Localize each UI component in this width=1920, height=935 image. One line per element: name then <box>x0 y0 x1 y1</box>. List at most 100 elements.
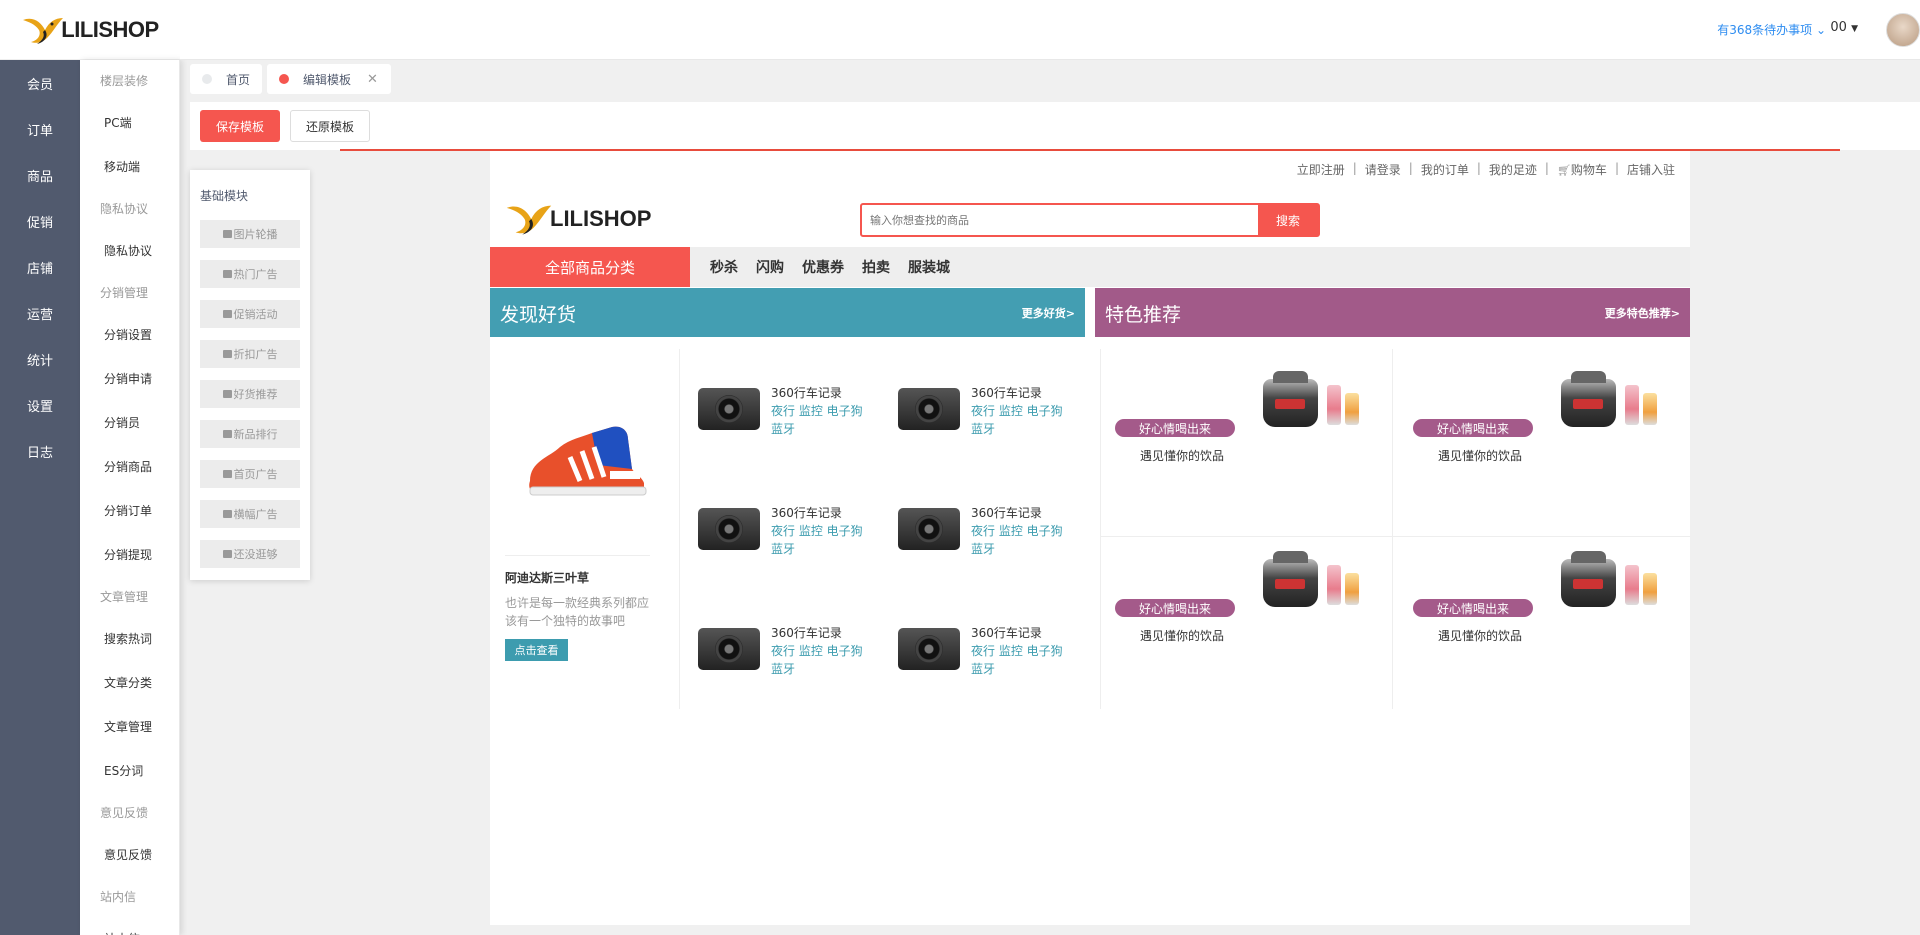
submenu-item[interactable]: 分销订单 <box>80 488 179 532</box>
shop-nav-link[interactable]: 秒杀 <box>710 257 738 277</box>
save-template-button[interactable]: 保存模板 <box>200 110 280 142</box>
avatar[interactable] <box>1886 13 1920 47</box>
submenu-item[interactable]: 分销提现 <box>80 532 179 576</box>
close-icon[interactable]: ✕ <box>367 72 378 87</box>
module-item[interactable]: 首页广告 <box>200 460 300 488</box>
shop-logo: LILISHOP <box>504 199 651 239</box>
rail-item-goods[interactable]: 商品 <box>0 152 80 198</box>
module-item[interactable]: 热门广告 <box>200 260 300 288</box>
shop-search-input[interactable] <box>862 205 1258 235</box>
all-categories-button[interactable]: 全部商品分类 <box>490 247 690 287</box>
hero-product-desc: 也许是每一款经典系列都应该有一个独特的故事吧 <box>505 596 650 628</box>
submenu-group-label: 楼层装修 <box>100 73 149 88</box>
submenu-item[interactable]: 分销申请 <box>80 356 179 400</box>
submenu-item[interactable]: 文章分类 <box>80 660 179 704</box>
blender-image <box>1345 393 1359 425</box>
blender-image <box>1345 573 1359 605</box>
rail-item-statistics[interactable]: 统计 <box>0 336 80 382</box>
image-icon <box>222 270 232 278</box>
blender-image <box>1625 385 1639 425</box>
shop-top-link[interactable]: 我的订单 <box>1421 161 1469 178</box>
caret-down-icon: ▼ <box>1851 24 1858 34</box>
featured-more-link[interactable]: 更多特色推荐> <box>1605 305 1680 321</box>
submenu-item[interactable]: 隐私协议 <box>80 228 179 272</box>
product-card[interactable]: 360行车记录 夜行 监控 电子狗 蓝牙 <box>890 616 1090 686</box>
submenu-group-label: 站内信 <box>100 889 137 904</box>
discover-more-link[interactable]: 更多好货> <box>1022 305 1075 321</box>
image-icon <box>222 470 232 478</box>
product-card[interactable]: 360行车记录夜行 监控 电子狗 蓝牙 <box>890 376 1090 446</box>
module-item[interactable]: 折扣广告 <box>200 340 300 368</box>
separator: | <box>1408 161 1413 175</box>
shop-nav-link[interactable]: 优惠券 <box>802 257 844 277</box>
submenu-item[interactable]: 意见反馈 <box>80 832 179 876</box>
featured-card[interactable]: 好心情喝出来 遇见懂你的饮品 <box>1105 349 1405 519</box>
product-tags: 夜行 监控 电子狗 蓝牙 <box>771 644 863 676</box>
rail-item-settings[interactable]: 设置 <box>0 382 80 428</box>
featured-subtitle: 遇见懂你的饮品 <box>1140 629 1225 643</box>
module-item[interactable]: 图片轮播 <box>200 220 300 248</box>
product-tags: 夜行 监控 电子狗 蓝牙 <box>971 524 1063 556</box>
separator: | <box>1476 161 1481 175</box>
rail-item-log[interactable]: 日志 <box>0 428 80 474</box>
module-item[interactable]: 还没逛够 <box>200 540 300 568</box>
product-card[interactable]: 360行车记录 夜行 监控 电子狗 蓝牙 <box>690 376 890 446</box>
shop-top-link[interactable]: 请登录 <box>1365 161 1401 178</box>
module-item[interactable]: 促销活动 <box>200 300 300 328</box>
product-card[interactable]: 360行车记录 夜行 监控 电子狗 蓝牙 <box>690 496 890 566</box>
module-item[interactable]: 新品排行 <box>200 420 300 448</box>
featured-card[interactable]: 好心情喝出来 遇见懂你的饮品 <box>1105 529 1405 699</box>
rail-item-member[interactable]: 会员 <box>0 60 80 106</box>
rail-item-promotion[interactable]: 促销 <box>0 198 80 244</box>
template-preview-canvas[interactable]: 立即注册 | 请登录 | 我的订单 | 我的足迹 | 🛒︎购物车 | 店铺入驻 LILISHOP 搜… <box>490 151 1690 925</box>
image-icon <box>222 310 232 318</box>
image-icon <box>222 430 232 438</box>
featured-card[interactable]: 好心情喝出来 遇见懂你的饮品 <box>1403 349 1703 519</box>
submenu-item[interactable]: 分销商品 <box>80 444 179 488</box>
tab-dot-icon <box>202 74 212 84</box>
shop-top-link[interactable]: 立即注册 <box>1297 161 1345 178</box>
shop-top-link[interactable]: 我的足迹 <box>1489 161 1537 178</box>
sneaker-image <box>529 426 647 496</box>
view-now-button[interactable]: 点击查看 <box>505 639 568 661</box>
product-tags: 夜行 监控 电子狗 蓝牙 <box>771 404 863 436</box>
user-dropdown[interactable]: 00 ▼ <box>1830 20 1858 35</box>
module-item[interactable]: 横幅广告 <box>200 500 300 528</box>
submenu-item[interactable]: 分销设置 <box>80 312 179 356</box>
product-card[interactable]: 360行车记录 夜行 监控 电子狗 蓝牙 <box>890 496 1090 566</box>
dashcam-image <box>898 508 960 550</box>
submenu-item[interactable]: 站内信 <box>80 916 179 935</box>
module-item[interactable]: 好货推荐 <box>200 380 300 408</box>
divider <box>505 555 650 556</box>
restore-template-button[interactable]: 还原模板 <box>290 110 370 142</box>
shop-nav-bar: 全部商品分类 秒杀 闪购 优惠券 拍卖 服装城 <box>490 247 1690 287</box>
shop-top-link[interactable]: 店铺入驻 <box>1627 161 1675 178</box>
submenu-item[interactable]: ES分词 <box>80 748 179 792</box>
product-card[interactable]: 360行车记录夜行 监控 电子狗 蓝牙 <box>690 616 890 686</box>
product-title: 360行车记录 <box>771 506 842 520</box>
product-tags: 夜行 监控 电子狗 蓝牙 <box>971 404 1063 436</box>
featured-card[interactable]: 好心情喝出来 遇见懂你的饮品 <box>1403 529 1703 699</box>
tab-edit-template[interactable]: 编辑模板 ✕ <box>267 64 391 94</box>
submenu-item[interactable]: PC端 <box>80 100 179 144</box>
submenu-item[interactable]: 移动端 <box>80 144 179 188</box>
hero-product-name: 阿迪达斯三叶草 <box>505 571 590 585</box>
submenu-item[interactable]: 搜索热词 <box>80 616 179 660</box>
submenu-item[interactable]: 文章管理 <box>80 704 179 748</box>
app-logo[interactable]: LILISHOP <box>0 0 180 60</box>
todo-dropdown[interactable]: 有368条待办事项 ⌄ <box>1717 21 1826 38</box>
shop-nav-link[interactable]: 服装城 <box>908 257 950 277</box>
shop-nav-link[interactable]: 拍卖 <box>862 257 890 277</box>
product-title: 360行车记录 <box>771 626 842 640</box>
shop-search-button[interactable]: 搜索 <box>1258 205 1318 235</box>
hero-product[interactable]: 阿迪达斯三叶草 也许是每一款经典系列都应该有一个独特的故事吧 点击查看 <box>490 349 680 709</box>
rail-item-operation[interactable]: 运营 <box>0 290 80 336</box>
submenu-item[interactable]: 分销员 <box>80 400 179 444</box>
shop-top-link[interactable]: 🛒︎购物车 <box>1557 161 1607 178</box>
rail-item-order[interactable]: 订单 <box>0 106 80 152</box>
tab-home[interactable]: 首页 <box>190 64 262 94</box>
rail-item-store[interactable]: 店铺 <box>0 244 80 290</box>
module-palette: 基础模块 图片轮播 热门广告 促销活动 折扣广告 好货推荐 新品排行 首页广告 横幅广告 还没逛… <box>190 170 310 580</box>
product-title: 360行车记录 <box>971 386 1042 400</box>
shop-nav-link[interactable]: 闪购 <box>756 257 784 277</box>
